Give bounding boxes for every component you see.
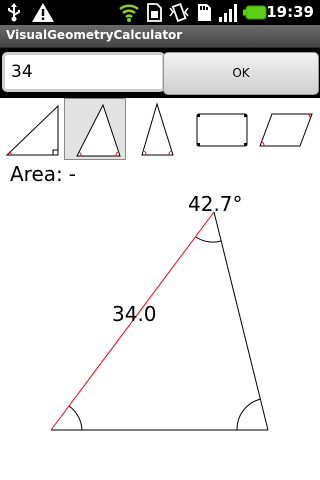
vibrate-icon bbox=[169, 3, 189, 22]
status-bar: 19:39 bbox=[0, 0, 320, 25]
right-triangle-icon bbox=[5, 104, 59, 156]
wifi-icon bbox=[119, 4, 139, 22]
angle-label: 42.7° bbox=[188, 192, 243, 216]
sd-card-icon bbox=[198, 4, 211, 21]
side-length-label: 34.0 bbox=[112, 302, 157, 326]
geometry-canvas[interactable] bbox=[0, 185, 320, 480]
shape-isosceles-triangle-button[interactable] bbox=[126, 98, 188, 160]
shape-right-triangle-button[interactable] bbox=[2, 98, 64, 160]
angle-arc-bottom-right bbox=[236, 398, 262, 431]
app-title: VisualGeometryCalculator bbox=[6, 28, 183, 42]
shape-rectangle-button[interactable] bbox=[190, 98, 252, 160]
sim-icon bbox=[147, 3, 162, 22]
usb-icon bbox=[8, 3, 20, 22]
shape-parallelogram-button[interactable] bbox=[254, 98, 316, 160]
angle-arc-bottom-left bbox=[68, 405, 83, 431]
battery-icon bbox=[243, 5, 267, 20]
triangle-icon bbox=[76, 103, 121, 157]
ok-button[interactable]: OK bbox=[163, 52, 319, 95]
value-input[interactable] bbox=[2, 52, 165, 92]
input-row: OK bbox=[0, 48, 320, 98]
angle-arc-top bbox=[195, 236, 222, 243]
shape-triangle-button[interactable] bbox=[64, 98, 126, 160]
rectangle-icon bbox=[196, 113, 248, 147]
area-readout: Area: - bbox=[10, 162, 76, 186]
status-time: 19:39 bbox=[266, 3, 314, 21]
signal-icon bbox=[219, 4, 237, 22]
isosceles-triangle-icon bbox=[141, 102, 174, 156]
triangle-figure bbox=[50, 211, 269, 431]
warning-icon bbox=[32, 3, 54, 22]
triangle-right-side bbox=[213, 211, 269, 431]
parallelogram-icon bbox=[259, 113, 313, 147]
area-value: - bbox=[68, 162, 76, 186]
title-bar: VisualGeometryCalculator bbox=[0, 25, 320, 48]
area-label: Area: bbox=[10, 162, 63, 186]
